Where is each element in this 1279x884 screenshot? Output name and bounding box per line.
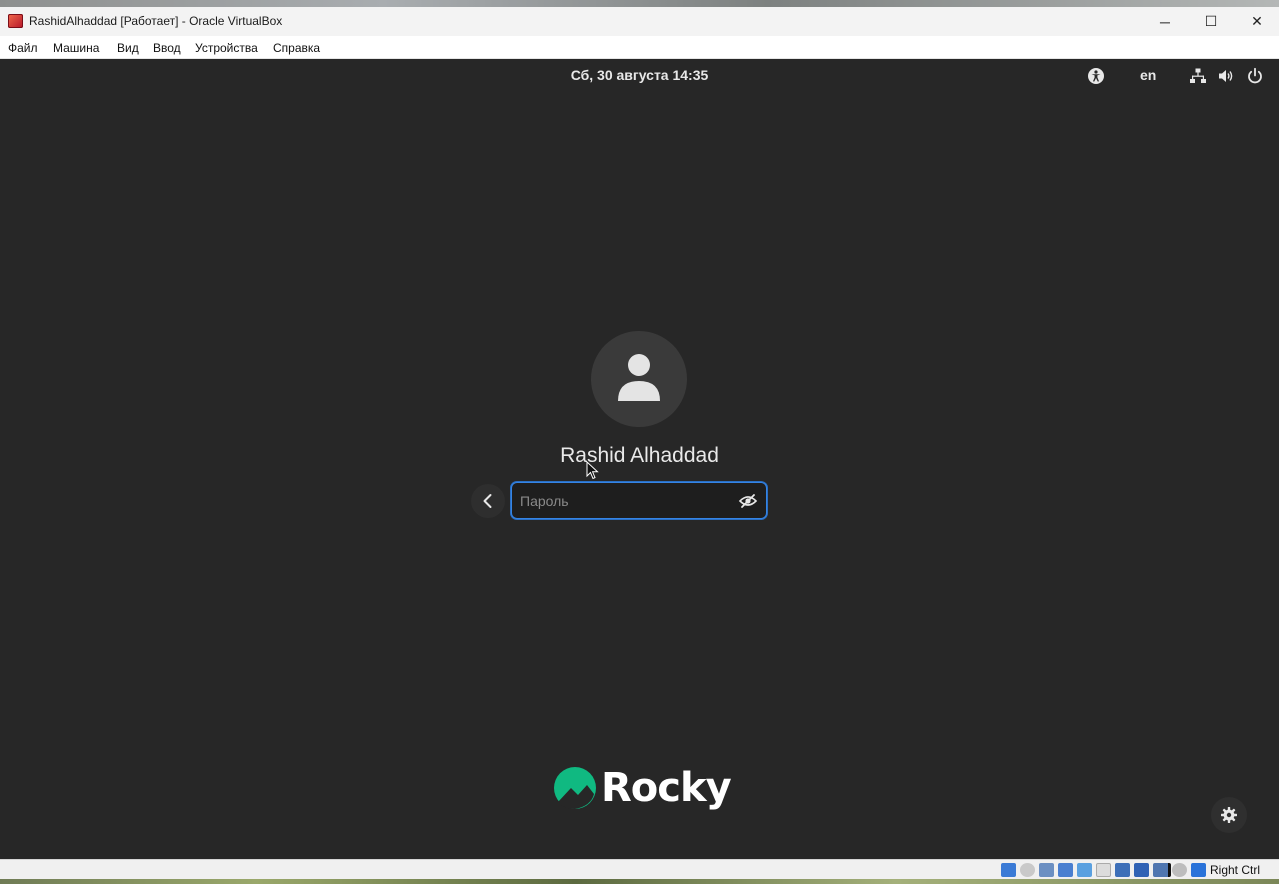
menu-view[interactable]: Вид	[117, 41, 139, 55]
accessibility-icon[interactable]	[1087, 67, 1105, 85]
menu-bar: Файл Машина Вид Ввод Устройства Справка	[0, 36, 1279, 59]
user-name: Rashid Alhaddad	[560, 444, 719, 467]
chevron-left-icon	[483, 494, 492, 508]
menu-machine[interactable]: Машина	[53, 41, 99, 55]
host-key-label: Right Ctrl	[1210, 863, 1261, 877]
keyboard-capture-icon[interactable]	[1172, 863, 1187, 877]
menu-help[interactable]: Справка	[273, 41, 320, 55]
menu-devices[interactable]: Устройства	[195, 41, 258, 55]
host-key-icon	[1191, 863, 1206, 877]
usb-icon[interactable]	[1039, 863, 1054, 877]
menu-input[interactable]: Ввод	[153, 41, 181, 55]
guest-login-screen: Сб, 30 августа 14:35 en Rashid Alhaddad …	[0, 59, 1279, 859]
maximize-button[interactable]: ☐	[1188, 7, 1234, 36]
virtualbox-app-icon	[8, 14, 23, 28]
window-title: RashidAlhaddad [Работает] - Oracle Virtu…	[29, 14, 283, 28]
mouse-pointer-icon	[586, 461, 599, 480]
back-button[interactable]	[471, 484, 505, 518]
maximize-icon: ☐	[1204, 13, 1218, 29]
network-icon[interactable]	[1189, 67, 1207, 85]
rocky-logo-text: Rocky	[601, 765, 732, 811]
virtualization-icon[interactable]	[1134, 863, 1149, 877]
volume-icon[interactable]	[1217, 67, 1235, 85]
close-button[interactable]: ✕	[1234, 7, 1279, 36]
password-field[interactable]	[511, 482, 767, 519]
desktop-background-top	[0, 0, 1279, 7]
keyboard-layout-indicator[interactable]: en	[1140, 67, 1156, 83]
capture-icon[interactable]	[1115, 863, 1130, 877]
user-silhouette-icon	[618, 354, 660, 401]
power-icon[interactable]	[1246, 67, 1264, 85]
show-password-icon[interactable]	[738, 491, 758, 511]
rocky-logo-icon	[554, 767, 596, 809]
close-icon: ✕	[1251, 13, 1263, 29]
title-bar[interactable]: RashidAlhaddad [Работает] - Oracle Virtu…	[0, 7, 1279, 36]
virtualbox-window: RashidAlhaddad [Работает] - Oracle Virtu…	[0, 7, 1279, 880]
status-bar: Right Ctrl	[0, 859, 1279, 880]
mouse-integration-icon[interactable]	[1153, 863, 1171, 877]
shared-folders-icon[interactable]	[1077, 863, 1092, 877]
audio-icon[interactable]	[1001, 863, 1016, 877]
optical-drive-icon[interactable]	[1020, 863, 1035, 877]
user-avatar	[591, 331, 687, 427]
gear-icon	[1221, 807, 1237, 823]
menu-file[interactable]: Файл	[8, 41, 38, 55]
network-adapter-icon[interactable]	[1058, 863, 1073, 877]
desktop-background-bottom	[0, 879, 1279, 884]
minimize-icon: ─	[1160, 13, 1170, 30]
password-input[interactable]	[520, 483, 730, 518]
session-settings-button[interactable]	[1211, 797, 1247, 833]
minimize-button[interactable]: ─	[1142, 7, 1188, 36]
display-icon[interactable]	[1096, 863, 1111, 877]
rocky-logo: Rocky	[553, 765, 732, 811]
